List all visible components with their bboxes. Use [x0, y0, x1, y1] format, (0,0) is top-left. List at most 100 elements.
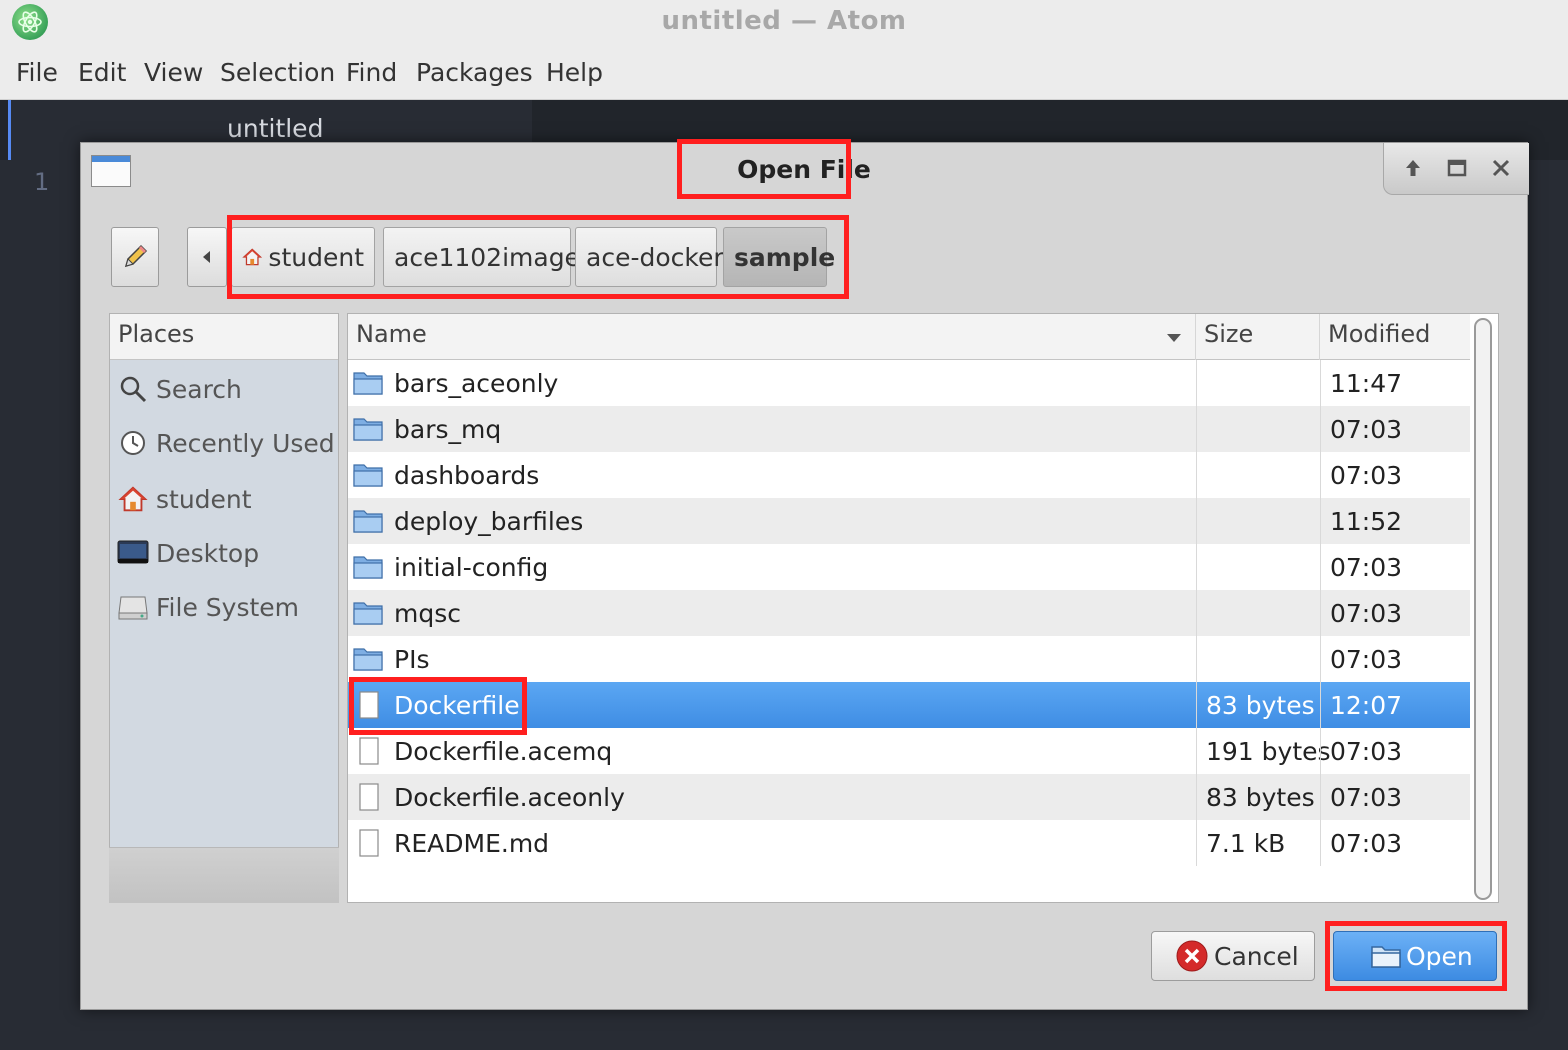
type-location-button[interactable]: [111, 227, 159, 287]
file-name: bars_aceonly: [394, 368, 559, 398]
crumb-label: ace1102image: [394, 242, 580, 272]
column-header-modified[interactable]: Modified: [1320, 314, 1470, 360]
column-divider: [1320, 360, 1321, 866]
menu-edit[interactable]: Edit: [78, 58, 126, 87]
file-modified: 07:03: [1330, 460, 1403, 490]
file-modified: 07:03: [1330, 736, 1403, 766]
file-row[interactable]: mqsc 07:03: [348, 590, 1470, 636]
file-row[interactable]: Dockerfile.aceonly 83 bytes 07:03: [348, 774, 1470, 820]
place-label: Desktop: [156, 538, 260, 568]
menu-view[interactable]: View: [144, 58, 203, 87]
place-recently-used[interactable]: Recently Used: [110, 420, 338, 466]
folder-open-icon: [1371, 946, 1401, 968]
file-name-cell: initial-config: [348, 544, 1196, 590]
file-name: Dockerfile.aceonly: [394, 782, 625, 812]
file-row[interactable]: bars_aceonly 11:47: [348, 360, 1470, 406]
path-crumb-sample[interactable]: sample: [723, 227, 835, 287]
file-name: PIs: [394, 644, 430, 674]
file-row[interactable]: Dockerfile.acemq 191 bytes 07:03: [348, 728, 1470, 774]
folder-icon: [353, 648, 383, 671]
place-label: Recently Used: [156, 428, 335, 458]
menu-selection[interactable]: Selection: [220, 58, 335, 87]
window-title: untitled — Atom: [661, 6, 907, 36]
tab-label: untitled: [227, 114, 324, 143]
maximize-icon[interactable]: [1442, 153, 1472, 183]
dialog-title: Open File: [737, 155, 871, 184]
file-list: Name Size Modified bars_aceonly 11:47 bars…: [347, 313, 1499, 903]
file-size: 7.1 kB: [1206, 828, 1286, 858]
file-name-cell: README.md: [348, 820, 1196, 866]
file-name: README.md: [394, 828, 550, 858]
pencil-icon: [124, 244, 148, 268]
file-size: [1206, 360, 1318, 406]
place-desktop[interactable]: Desktop: [110, 530, 338, 576]
cancel-button[interactable]: Cancel: [1151, 931, 1315, 981]
places-sidebar: Places Search Recently Used student Desk…: [109, 313, 339, 903]
column-header-label: Size: [1204, 320, 1254, 348]
menu-packages[interactable]: Packages: [416, 58, 533, 87]
close-icon[interactable]: [1486, 153, 1516, 183]
places-header: Places: [110, 314, 338, 360]
file-name-cell: Dockerfile.acemq: [348, 728, 1196, 774]
file-icon: [359, 737, 379, 765]
place-label: File System: [156, 592, 300, 622]
path-crumb-student[interactable]: student: [231, 227, 375, 287]
column-header-size[interactable]: Size: [1196, 314, 1320, 360]
scrollbar[interactable]: [1474, 318, 1492, 900]
column-header-label: Modified: [1328, 320, 1431, 348]
file-name-cell: bars_aceonly: [348, 360, 1196, 406]
cancel-button-label: Cancel: [1214, 941, 1299, 971]
place-search[interactable]: Search: [110, 366, 338, 412]
file-name-cell: Dockerfile: [348, 682, 1196, 728]
place-file-system[interactable]: File System: [110, 584, 338, 630]
file-row[interactable]: initial-config 07:03: [348, 544, 1470, 590]
file-name: mqsc: [394, 598, 461, 628]
file-row[interactable]: deploy_barfiles 11:52: [348, 498, 1470, 544]
file-size: [1206, 452, 1318, 498]
path-crumb-ace-docker[interactable]: ace-docker: [575, 227, 724, 287]
open-file-dialog: Open File student ace1102image ace-docke…: [80, 139, 1529, 1010]
file-name-cell: dashboards: [348, 452, 1196, 498]
up-arrow-icon[interactable]: [1398, 153, 1428, 183]
file-name: deploy_barfiles: [394, 506, 584, 536]
file-modified: 07:03: [1330, 598, 1403, 628]
file-name-cell: mqsc: [348, 590, 1196, 636]
file-list-header: Name Size Modified: [348, 314, 1470, 360]
chevron-left-icon: [203, 251, 210, 263]
file-row[interactable]: README.md 7.1 kB 07:03: [348, 820, 1470, 866]
column-header-name[interactable]: Name: [348, 314, 1196, 360]
menu-help[interactable]: Help: [546, 58, 603, 87]
menu-find[interactable]: Find: [346, 58, 397, 87]
search-icon: [116, 372, 150, 406]
atom-titlebar: untitled — Atom: [0, 0, 1568, 48]
file-row[interactable]: dashboards 07:03: [348, 452, 1470, 498]
sort-down-icon: [1167, 334, 1181, 342]
file-row[interactable]: PIs 07:03: [348, 636, 1470, 682]
folder-icon: [353, 464, 383, 487]
open-button[interactable]: Open: [1333, 931, 1497, 981]
file-name: Dockerfile.acemq: [394, 736, 613, 766]
file-size: 191 bytes: [1206, 736, 1331, 766]
file-size: [1206, 498, 1318, 544]
home-icon: [116, 482, 150, 516]
file-name-cell: Dockerfile.aceonly: [348, 774, 1196, 820]
file-row[interactable]: bars_mq 07:03: [348, 406, 1470, 452]
cancel-icon: [1176, 940, 1208, 972]
path-back-button[interactable]: [187, 227, 227, 287]
file-modified: 07:03: [1330, 644, 1403, 674]
file-name: dashboards: [394, 460, 540, 490]
folder-icon: [353, 510, 383, 533]
file-modified: 07:03: [1330, 828, 1403, 858]
file-icon: [359, 829, 379, 857]
folder-icon: [353, 372, 383, 395]
line-number: 1: [34, 168, 50, 196]
place-student[interactable]: student: [110, 476, 338, 522]
menu-file[interactable]: File: [16, 58, 58, 87]
crumb-label: sample: [734, 242, 836, 272]
file-size: [1206, 406, 1318, 452]
file-name-cell: PIs: [348, 636, 1196, 682]
file-size: [1206, 544, 1318, 590]
crumb-label: student: [268, 242, 364, 272]
file-row[interactable]: Dockerfile 83 bytes 12:07: [348, 682, 1470, 728]
path-crumb-ace1102image[interactable]: ace1102image: [383, 227, 580, 287]
